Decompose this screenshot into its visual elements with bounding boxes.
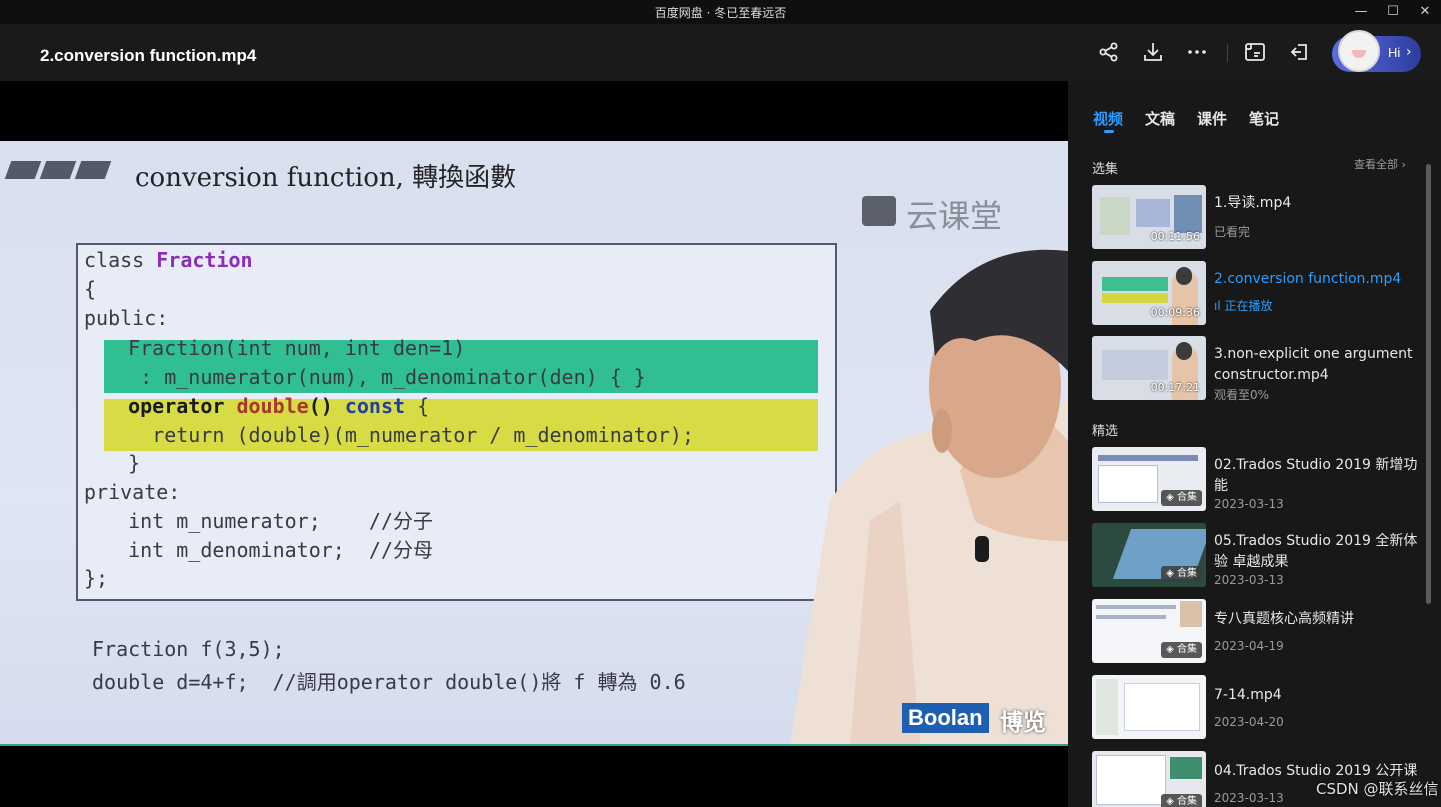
featured-item[interactable]: 7-14.mp4 2023-04-20 — [1092, 675, 1422, 739]
collection-badge: ◈ 合集 — [1161, 566, 1202, 582]
chevron-right-icon: › — [1401, 158, 1406, 171]
thumb-figure — [1180, 601, 1202, 627]
episode-duration: 00:09:36 — [1150, 306, 1200, 319]
episodes-header: 选集 — [1092, 162, 1119, 177]
collection-badge: ◈ 合集 — [1161, 490, 1202, 506]
featured-thumbnail: ◈ 合集 — [1092, 447, 1206, 511]
episode-title: 1.导读.mp4 — [1214, 195, 1292, 211]
boolan-logo-cn: 博览 — [1000, 710, 1046, 736]
thumb-figure — [1096, 679, 1118, 735]
featured-thumbnail: ◈ 合集 — [1092, 523, 1206, 587]
episode-item[interactable]: 00:17:21 3.non-explicit one argument con… — [1092, 336, 1422, 402]
featured-date: 2023-04-20 — [1214, 715, 1284, 729]
video-progress-bar[interactable] — [0, 744, 1068, 746]
featured-date: 2023-03-13 — [1214, 791, 1284, 805]
playlist-sidebar: 视频 文稿 课件 笔记 选集 查看全部 › 00:11:56 1.导读.mp4 … — [1068, 81, 1441, 807]
thumb-figure — [1136, 199, 1170, 227]
featured-item[interactable]: ◈ 合集 专八真题核心高频精讲 2023-04-19 — [1092, 599, 1422, 663]
thumb-figure — [1098, 465, 1158, 503]
tab-courseware[interactable]: 课件 — [1197, 108, 1227, 129]
featured-title: 05.Trados Studio 2019 全新体验 卓越成果 — [1214, 533, 1418, 570]
featured-item[interactable]: ◈ 合集 02.Trados Studio 2019 新增功能 2023-03-… — [1092, 447, 1422, 511]
layers-icon: ◈ — [1166, 796, 1174, 807]
tab-notes[interactable]: 笔记 — [1249, 108, 1279, 129]
playing-bars-icon: ıl — [1214, 299, 1225, 313]
episode-title: 2.conversion function.mp4 — [1214, 271, 1402, 287]
featured-date: 2023-04-19 — [1214, 639, 1284, 653]
avatar — [1338, 30, 1380, 72]
download-icon[interactable] — [1141, 40, 1165, 64]
sidebar-scrollbar[interactable] — [1426, 164, 1431, 604]
view-all-link[interactable]: 查看全部 › — [1354, 156, 1406, 172]
pip-icon[interactable] — [1287, 40, 1311, 64]
thumb-figure — [1176, 267, 1192, 285]
window-title: 百度网盘 · 冬已至春远否 — [654, 6, 787, 20]
chevron-right-icon: › — [1406, 44, 1412, 60]
episode-duration: 00:17:21 — [1150, 381, 1200, 394]
episode-thumbnail: 00:17:21 — [1092, 336, 1206, 400]
thumb-figure — [1124, 683, 1200, 731]
episode-status: ıl 正在播放 — [1214, 299, 1273, 313]
episode-title: 3.non-explicit one argument constructor.… — [1214, 346, 1413, 383]
avatar-greeting: Hi — [1388, 45, 1401, 60]
screenshot-icon[interactable] — [1243, 40, 1267, 64]
episode-thumbnail: 00:09:36 — [1092, 261, 1206, 325]
thumb-figure — [1096, 615, 1166, 619]
thumb-figure — [1102, 277, 1168, 291]
window-titlebar: 百度网盘 · 冬已至春远否 — ☐ ✕ — [0, 0, 1441, 24]
thumb-figure — [1102, 350, 1168, 380]
user-avatar-button[interactable]: Hi › — [1332, 30, 1421, 72]
episode-item[interactable]: 00:11:56 1.导读.mp4 已看完 — [1092, 185, 1422, 249]
featured-thumbnail — [1092, 675, 1206, 739]
close-icon[interactable]: ✕ — [1415, 2, 1435, 22]
episode-thumbnail: 00:11:56 — [1092, 185, 1206, 249]
featured-title: 02.Trados Studio 2019 新增功能 — [1214, 457, 1418, 494]
featured-thumbnail: ◈ 合集 — [1092, 751, 1206, 807]
more-icon[interactable] — [1185, 40, 1209, 64]
maximize-icon[interactable]: ☐ — [1383, 2, 1403, 22]
thumb-figure — [1096, 605, 1176, 609]
featured-title: 专八真题核心高频精讲 — [1214, 611, 1354, 627]
minimize-icon[interactable]: — — [1351, 2, 1371, 22]
player-header: 2.conversion function.mp4 Hi › — [0, 24, 1441, 81]
thumb-figure — [1174, 195, 1202, 233]
featured-item[interactable]: ◈ 合集 05.Trados Studio 2019 全新体验 卓越成果 202… — [1092, 523, 1422, 587]
thumb-figure — [1098, 455, 1198, 461]
featured-date: 2023-03-13 — [1214, 497, 1284, 511]
presenter-figure — [790, 249, 1068, 744]
featured-title: 7-14.mp4 — [1214, 687, 1282, 703]
featured-header: 精选 — [1092, 424, 1119, 439]
featured-thumbnail: ◈ 合集 — [1092, 599, 1206, 663]
boolan-logo: Boolan — [902, 703, 989, 733]
thumb-figure — [1176, 342, 1192, 360]
episode-duration: 00:11:56 — [1150, 230, 1200, 243]
layers-icon: ◈ — [1166, 492, 1174, 503]
layers-icon: ◈ — [1166, 568, 1174, 579]
episode-item-playing[interactable]: 00:09:36 2.conversion function.mp4 ıl 正在… — [1092, 261, 1422, 325]
tab-transcript[interactable]: 文稿 — [1145, 108, 1175, 129]
video-player[interactable]: conversion function, 轉換函數 云课堂 class Frac… — [0, 81, 1068, 807]
video-frame: conversion function, 轉換函數 云课堂 class Frac… — [0, 141, 1068, 744]
episode-status: 已看完 — [1214, 225, 1251, 239]
csdn-watermark: CSDN @联系丝信 — [1316, 780, 1439, 798]
collection-badge: ◈ 合集 — [1161, 642, 1202, 658]
file-title: 2.conversion function.mp4 — [40, 46, 257, 65]
episode-status: 观看至0% — [1214, 388, 1270, 402]
header-separator — [1227, 44, 1228, 62]
thumb-figure — [1096, 755, 1166, 805]
thumb-figure — [1100, 197, 1130, 235]
tab-video[interactable]: 视频 — [1093, 108, 1123, 129]
thumb-figure — [1102, 293, 1168, 303]
share-icon[interactable] — [1097, 40, 1121, 64]
tab-active-indicator — [1104, 130, 1114, 133]
layers-icon: ◈ — [1166, 644, 1174, 655]
thumb-figure — [1170, 757, 1202, 779]
featured-date: 2023-03-13 — [1214, 573, 1284, 587]
collection-badge: ◈ 合集 — [1161, 794, 1202, 807]
